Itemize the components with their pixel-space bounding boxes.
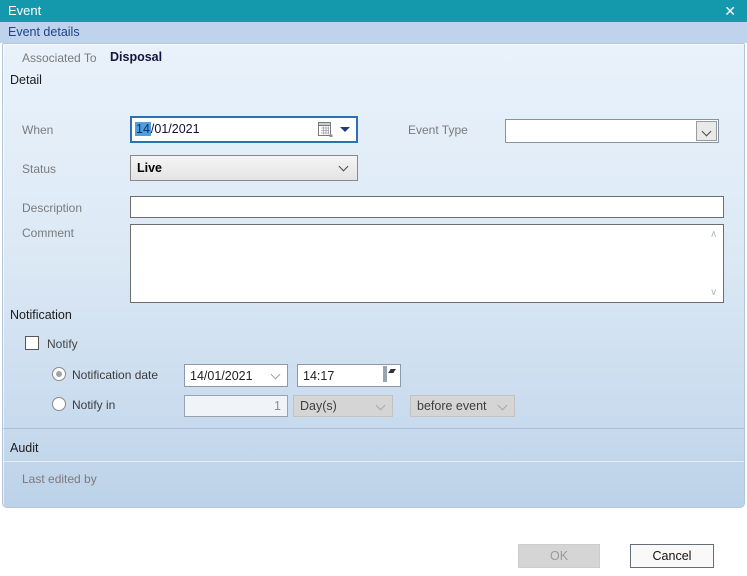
description-label: Description (22, 201, 83, 215)
chevron-down-icon (375, 400, 386, 411)
event-details-header: Event details (0, 22, 747, 43)
chevron-down-icon (701, 126, 712, 137)
event-details-label: Event details (8, 25, 80, 39)
event-type-label: Event Type (408, 123, 468, 137)
section-detail-label: Detail (10, 73, 42, 87)
scroll-up-icon[interactable]: ∧ (710, 230, 717, 240)
ok-button[interactable]: OK (518, 544, 600, 568)
associated-to-label: Associated To (22, 51, 97, 65)
notification-date-value: 14/01/2021 (190, 369, 253, 383)
time-spinner-buttons (383, 366, 398, 382)
chevron-down-icon (270, 369, 281, 380)
when-date-picker[interactable]: 14/01/2021 (130, 116, 358, 143)
associated-to-value: Disposal (110, 50, 163, 64)
event-type-dropdown-button[interactable] (696, 121, 717, 141)
notify-in-unit-combobox[interactable]: Day(s) (293, 395, 393, 417)
date-dropdown-arrow-icon[interactable] (340, 127, 350, 132)
notify-checkbox[interactable] (25, 336, 39, 350)
notification-time-spinner[interactable]: 14:17 (297, 364, 401, 387)
when-day-selected: 14 (135, 122, 151, 136)
status-label: Status (22, 162, 57, 176)
when-label: When (22, 123, 54, 137)
notify-in-label: Notify in (72, 398, 116, 412)
audit-divider (3, 428, 744, 429)
notify-label: Notify (47, 337, 78, 351)
calendar-icon[interactable] (317, 121, 334, 138)
notify-in-radio[interactable] (52, 397, 66, 411)
notification-date-radio[interactable] (52, 367, 66, 381)
event-type-combobox[interactable] (505, 119, 719, 143)
notify-in-value-input[interactable]: 1 (184, 395, 288, 417)
chevron-down-icon (338, 161, 349, 172)
comment-label: Comment (22, 226, 75, 240)
comment-textarea[interactable] (130, 224, 724, 303)
status-value: Live (137, 161, 163, 175)
description-input[interactable] (130, 196, 724, 218)
notification-time-value: 14:17 (303, 369, 335, 383)
close-icon[interactable]: ✕ (724, 0, 736, 22)
status-combobox[interactable]: Live (130, 155, 358, 181)
when-date-value: 14/01/2021 (135, 121, 200, 138)
notification-date-label: Notification date (72, 368, 159, 382)
when-date-rest: /01/2021 (150, 122, 200, 136)
spinner-down-icon (390, 369, 396, 373)
chevron-down-icon (497, 400, 508, 411)
spinner-down-button[interactable] (385, 366, 396, 382)
notify-in-relation-combobox[interactable]: before event (410, 395, 515, 417)
scroll-down-icon[interactable]: ∨ (710, 288, 717, 298)
last-edited-by-label: Last edited by (22, 472, 97, 486)
dialog-titlebar: Event ✕ (0, 0, 747, 22)
section-audit-label: Audit (10, 441, 39, 455)
cancel-button[interactable]: Cancel (630, 544, 714, 568)
notify-in-relation-value: before event (417, 399, 487, 413)
notification-date-combobox[interactable]: 14/01/2021 (184, 364, 288, 387)
section-notification-label: Notification (10, 308, 72, 322)
dialog-title: Event (8, 3, 42, 18)
notify-in-unit-value: Day(s) (300, 399, 337, 413)
audit-divider-bottom (3, 461, 744, 462)
